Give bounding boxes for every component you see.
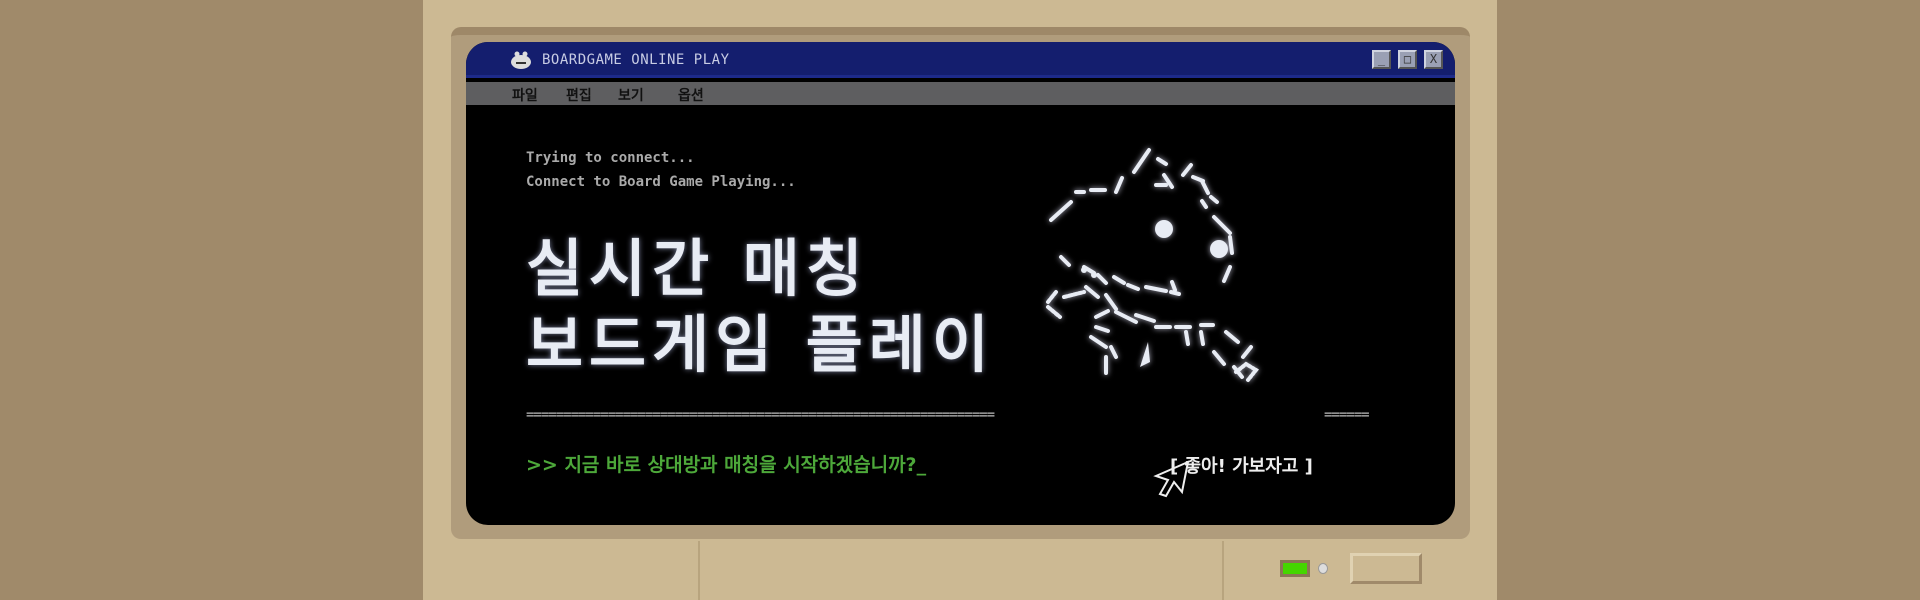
match-prompt: >> 지금 바로 상대방과 매칭을 시작하겠습니까?_ — [526, 454, 927, 476]
menu-file[interactable]: 파일 — [512, 85, 538, 105]
dino-logo-icon — [511, 51, 531, 69]
maximize-button[interactable]: □ — [1398, 50, 1417, 69]
case-seam — [1222, 541, 1224, 600]
menu-options[interactable]: 옵션 — [678, 85, 704, 105]
menu-bar: 파일 편집 보기 옵션 — [466, 82, 1455, 105]
close-button[interactable]: X — [1424, 50, 1443, 69]
log-line: Connect to Board Game Playing... — [526, 174, 796, 190]
log-line: Trying to connect... — [526, 150, 695, 166]
start-match-button[interactable]: [ 좋아! 가보자고 ] — [1170, 452, 1313, 478]
screen: BOARDGAME ONLINE PLAY _ □ X 파일 편집 보기 옵션 … — [466, 42, 1455, 525]
minimize-button[interactable]: _ — [1372, 50, 1391, 69]
menu-edit[interactable]: 편집 — [566, 85, 592, 105]
power-led — [1280, 560, 1310, 577]
ascii-dino-illustration — [1046, 148, 1259, 382]
window-title: BOARDGAME ONLINE PLAY — [542, 52, 730, 68]
case-seam — [698, 541, 700, 600]
headline-line-2: 보드게임 플레이 — [526, 308, 995, 381]
power-button[interactable] — [1350, 553, 1422, 584]
title-bar: BOARDGAME ONLINE PLAY _ □ X — [466, 42, 1455, 78]
menu-view[interactable]: 보기 — [618, 85, 644, 105]
divider-left: ========================================… — [526, 407, 995, 423]
divider-right: ====== — [1324, 407, 1370, 423]
indicator-light — [1318, 563, 1328, 574]
